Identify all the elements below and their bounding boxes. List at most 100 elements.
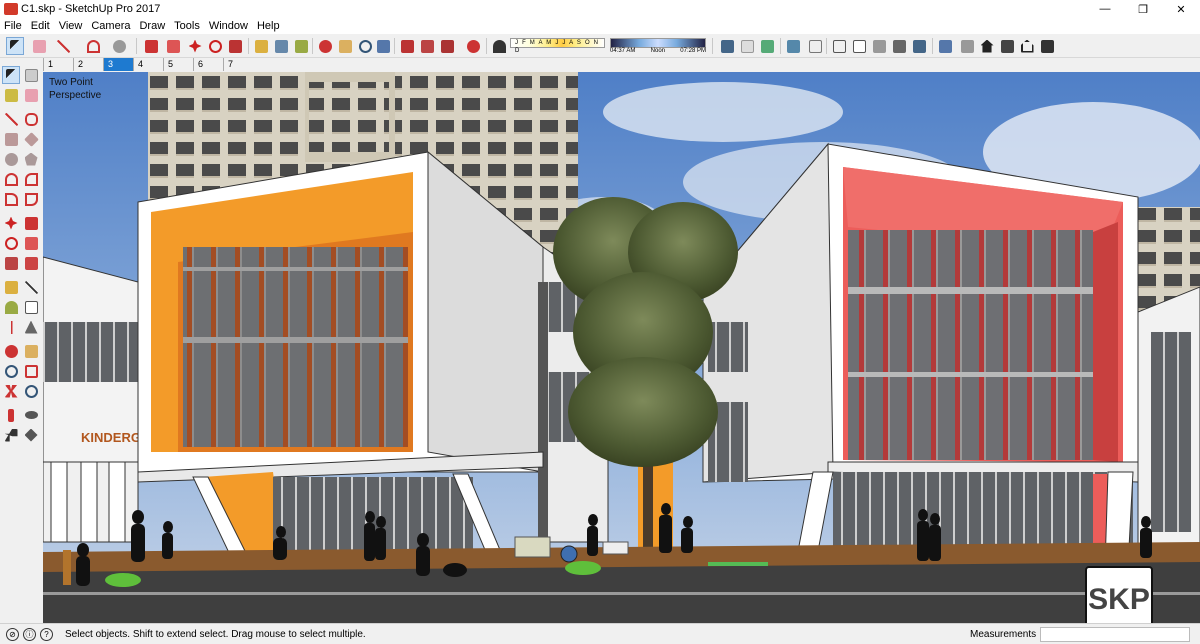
model-viewport[interactable]: KINDERGA Two Point Perspective xyxy=(43,72,1200,623)
two-point-arc-icon[interactable] xyxy=(22,170,40,188)
tape-measure-icon[interactable] xyxy=(252,37,270,55)
dimension-tool-icon[interactable] xyxy=(22,278,40,296)
offset-tool-icon[interactable] xyxy=(22,254,40,272)
shapes-tool-icon[interactable] xyxy=(110,37,128,55)
menu-view[interactable]: View xyxy=(55,20,88,32)
menu-file[interactable]: File xyxy=(0,20,27,32)
rectangle-tool-icon[interactable] xyxy=(2,130,20,148)
move-tool-icon[interactable] xyxy=(2,214,20,232)
protractor-icon[interactable] xyxy=(2,298,20,316)
paint-bucket-icon[interactable] xyxy=(292,37,310,55)
arc-tool-icon[interactable] xyxy=(2,170,20,188)
3d-text-icon[interactable] xyxy=(22,318,40,336)
menu-draw[interactable]: Draw xyxy=(135,20,170,32)
axes-tool-icon[interactable] xyxy=(2,318,20,336)
xray-style-icon[interactable] xyxy=(784,37,802,55)
rotate-tool-icon[interactable] xyxy=(2,234,20,252)
zoom-window-icon[interactable] xyxy=(22,362,40,380)
zoom-extents-icon[interactable] xyxy=(374,37,392,55)
orbit-tool-icon[interactable] xyxy=(316,37,334,55)
tape-measure-icon[interactable] xyxy=(2,278,20,296)
rotated-rectangle-icon[interactable] xyxy=(22,130,40,148)
walk-tool-icon[interactable] xyxy=(2,426,20,444)
scene-tab-6[interactable]: 6 xyxy=(193,58,223,71)
menu-edit[interactable]: Edit xyxy=(27,20,55,32)
section-plane-icon[interactable] xyxy=(718,37,736,55)
scene-tab-4[interactable]: 4 xyxy=(133,58,163,71)
push-pull-icon[interactable] xyxy=(142,37,160,55)
pan-tool-icon[interactable] xyxy=(22,342,40,360)
make-component-icon[interactable] xyxy=(22,66,40,84)
help-icon[interactable]: ? xyxy=(40,627,53,641)
components-icon[interactable] xyxy=(418,37,436,55)
wireframe-style-icon[interactable] xyxy=(830,37,848,55)
shadow-time-slider[interactable] xyxy=(610,38,706,48)
look-around-icon[interactable] xyxy=(22,406,40,424)
pie-tool-icon[interactable] xyxy=(22,190,40,208)
minimize-button[interactable]: — xyxy=(1086,0,1124,18)
zoom-extents-icon[interactable] xyxy=(2,382,20,400)
scene-tab-5[interactable]: 5 xyxy=(163,58,193,71)
zoom-tool-icon[interactable] xyxy=(356,37,374,55)
georeference-icon[interactable]: ⊘ xyxy=(6,627,19,641)
line-tool-icon[interactable] xyxy=(2,110,20,128)
credits-icon[interactable]: ⓘ xyxy=(23,627,36,641)
maximize-button[interactable]: ❐ xyxy=(1124,0,1162,18)
polygon-tool-icon[interactable] xyxy=(22,150,40,168)
close-button[interactable]: ✕ xyxy=(1162,0,1200,18)
eraser-tool-icon[interactable] xyxy=(22,86,40,104)
freehand-tool-icon[interactable] xyxy=(22,110,40,128)
paint-bucket-icon[interactable] xyxy=(2,86,20,104)
measurements-input[interactable] xyxy=(1040,627,1190,642)
line-tool-icon[interactable] xyxy=(54,37,72,55)
move-tool-icon[interactable] xyxy=(186,37,204,55)
select-tool-icon[interactable] xyxy=(2,66,20,84)
push-pull-icon[interactable] xyxy=(22,214,40,232)
menu-window[interactable]: Window xyxy=(205,20,253,32)
monochrome-style-icon[interactable] xyxy=(910,37,928,55)
front-view-icon[interactable] xyxy=(978,37,996,55)
follow-me-icon[interactable] xyxy=(22,234,40,252)
follow-me-icon[interactable] xyxy=(164,37,182,55)
rotate-tool-icon[interactable] xyxy=(206,37,224,55)
select-tool-icon[interactable] xyxy=(6,37,24,55)
scene-tab-3[interactable]: 3 xyxy=(103,58,133,71)
menu-tools[interactable]: Tools xyxy=(170,20,205,32)
three-point-arc-icon[interactable] xyxy=(2,190,20,208)
right-view-icon[interactable] xyxy=(998,37,1016,55)
zoom-tool-icon[interactable] xyxy=(2,362,20,380)
text-tool-icon[interactable] xyxy=(272,37,290,55)
pan-tool-icon[interactable] xyxy=(336,37,354,55)
eraser-tool-icon[interactable] xyxy=(30,37,48,55)
3d-warehouse-icon[interactable] xyxy=(398,37,416,55)
section-display-icon[interactable] xyxy=(738,37,756,55)
back-edges-icon[interactable] xyxy=(806,37,824,55)
left-view-icon[interactable] xyxy=(1038,37,1056,55)
scale-tool-icon[interactable] xyxy=(226,37,244,55)
shadow-toggle-icon[interactable] xyxy=(490,37,508,55)
previous-view-icon[interactable] xyxy=(22,382,40,400)
section-plane-icon[interactable] xyxy=(22,426,40,444)
back-view-icon[interactable] xyxy=(1018,37,1036,55)
orbit-tool-icon[interactable] xyxy=(2,342,20,360)
scale-tool-icon[interactable] xyxy=(2,254,20,272)
scene-tab-1[interactable]: 1 xyxy=(43,58,73,71)
top-view-icon[interactable] xyxy=(958,37,976,55)
text-tool-icon[interactable] xyxy=(22,298,40,316)
arc-tool-icon[interactable] xyxy=(84,37,102,55)
sketchup-logo-icon xyxy=(4,3,18,15)
menu-camera[interactable]: Camera xyxy=(87,20,135,32)
shaded-style-icon[interactable] xyxy=(870,37,888,55)
scene-tab-7[interactable]: 7 xyxy=(223,58,253,71)
extension-warehouse-icon[interactable] xyxy=(438,37,456,55)
layout-icon[interactable] xyxy=(464,37,482,55)
scene-tab-2[interactable]: 2 xyxy=(73,58,103,71)
position-camera-icon[interactable] xyxy=(2,406,20,424)
iso-view-icon[interactable] xyxy=(936,37,954,55)
section-cut-icon[interactable] xyxy=(758,37,776,55)
shadow-month-slider[interactable]: J F M A M J J A S O N D xyxy=(510,38,605,54)
textured-style-icon[interactable] xyxy=(890,37,908,55)
circle-tool-icon[interactable] xyxy=(2,150,20,168)
menu-help[interactable]: Help xyxy=(253,20,285,32)
hidden-line-style-icon[interactable] xyxy=(850,37,868,55)
